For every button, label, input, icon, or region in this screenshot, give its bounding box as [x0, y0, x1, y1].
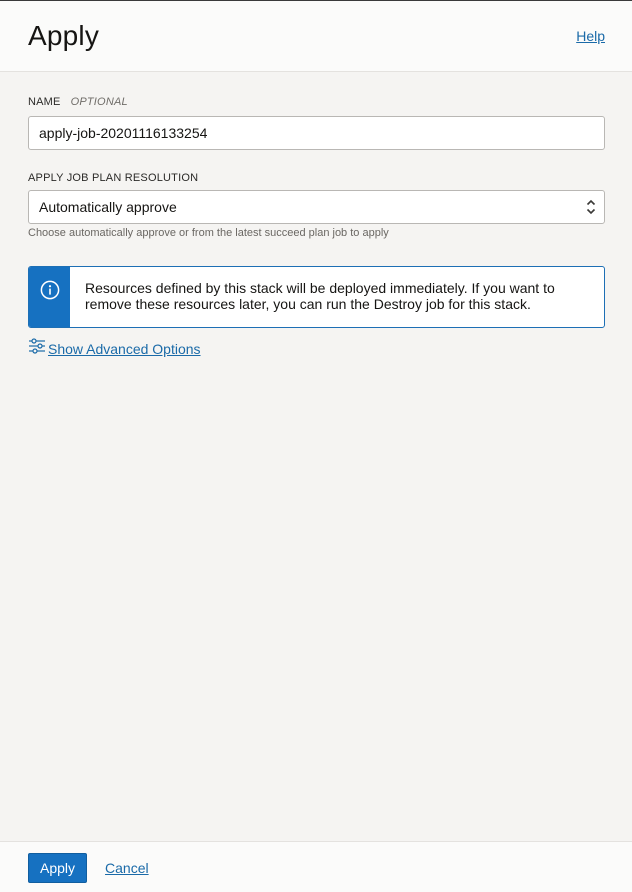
apply-panel: Apply Help NAME OPTIONAL apply-job-20201…: [0, 0, 632, 892]
form-body: NAME OPTIONAL apply-job-20201116133254 A…: [0, 96, 632, 360]
plan-resolution-helper: Choose automatically approve or from the…: [28, 227, 389, 239]
panel-header: Apply Help: [0, 1, 632, 72]
advanced-options-row[interactable]: Show Advanced Options: [28, 337, 605, 360]
name-input-value: apply-job-20201116133254: [39, 125, 208, 141]
sliders-icon: [28, 337, 46, 360]
info-line-2: remove these resources later, you can ru…: [85, 296, 531, 312]
name-label: NAME OPTIONAL: [28, 96, 605, 108]
plan-resolution-select[interactable]: Automatically approve: [28, 190, 605, 224]
plan-resolution-value: Automatically approve: [39, 199, 177, 215]
help-link[interactable]: Help: [576, 28, 605, 44]
plan-resolution-label: APPLY JOB PLAN RESOLUTION: [28, 172, 199, 184]
info-circle-icon: [40, 280, 60, 327]
page-title: Apply: [28, 20, 100, 51]
info-line-1: Resources defined by this stack will be …: [85, 280, 555, 296]
info-message: Resources defined by this stack will be …: [28, 266, 605, 328]
panel-footer: Apply Cancel: [0, 841, 632, 892]
apply-button[interactable]: Apply: [28, 852, 88, 883]
info-text: Resources defined by this stack will be …: [70, 267, 571, 327]
name-input[interactable]: apply-job-20201116133254: [28, 116, 605, 150]
optional-tag: OPTIONAL: [70, 96, 128, 108]
show-advanced-options-link[interactable]: Show Advanced Options: [48, 341, 201, 357]
name-label-text: NAME: [28, 96, 61, 108]
info-strip: [29, 267, 70, 327]
updown-chevron-icon: [586, 198, 596, 216]
cancel-link[interactable]: Cancel: [105, 860, 149, 876]
